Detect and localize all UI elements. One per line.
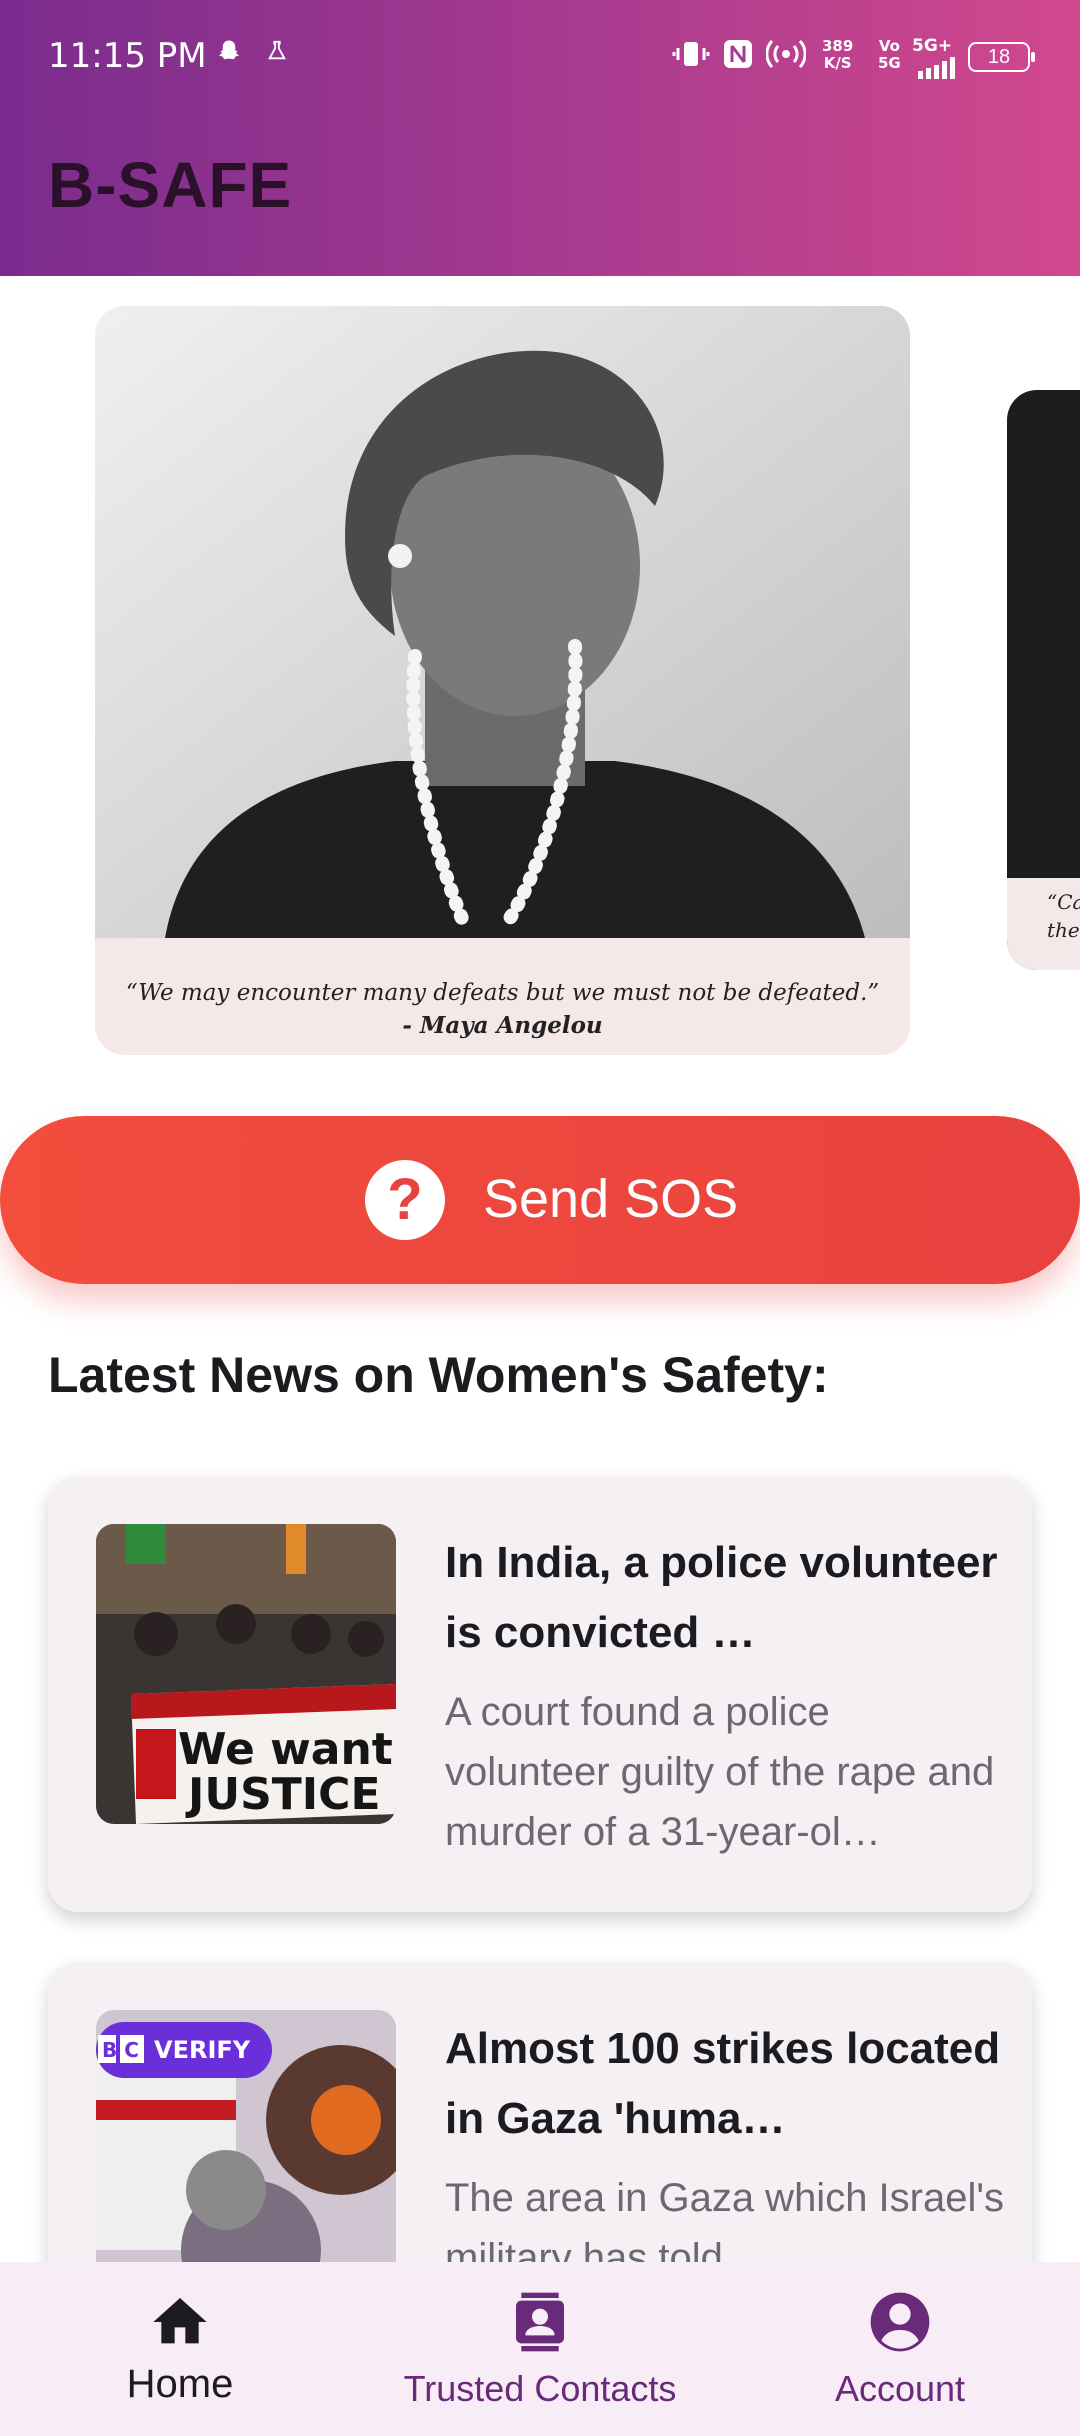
vibrate-icon bbox=[672, 38, 710, 77]
network-label: 5G+ bbox=[912, 36, 953, 56]
help-circle-icon: ? bbox=[365, 1160, 445, 1240]
net-speed-unit: K/S bbox=[823, 54, 852, 72]
news-card[interactable]: We want JUSTICE In India, a police volun… bbox=[48, 1476, 1032, 1912]
verify-badge-text: VERIFY bbox=[154, 2036, 251, 2064]
news-thumbnail: We want JUSTICE bbox=[96, 1524, 396, 1824]
signal-icon bbox=[918, 54, 962, 86]
news-description: A court found a police volunteer guilty … bbox=[445, 1690, 995, 1854]
news-title: In India, a police volunteer is convicte… bbox=[445, 1538, 998, 1657]
battery-indicator: 18 bbox=[968, 42, 1035, 72]
contacts-icon bbox=[508, 2290, 572, 2354]
quote-card-next[interactable]: “Ca the bbox=[1007, 390, 1080, 970]
bottom-navigation: Home Trusted Contacts Account bbox=[0, 2262, 1080, 2436]
nav-trusted-contacts-label: Trusted Contacts bbox=[403, 2368, 677, 2409]
flask-icon bbox=[266, 38, 288, 71]
quote-caption: “We may encounter many defeats but we mu… bbox=[95, 938, 910, 1055]
snapchat-icon bbox=[214, 38, 244, 75]
volte-sub: 5G bbox=[878, 54, 901, 72]
volte-label: Vo bbox=[878, 37, 900, 55]
quote-portrait-image bbox=[95, 306, 910, 938]
quote-text: “We may encounter many defeats but we mu… bbox=[125, 980, 880, 1006]
send-sos-button[interactable]: ? Send SOS bbox=[0, 1116, 1080, 1284]
protest-sign-line-1: We want bbox=[178, 1724, 393, 1775]
volte-indicator: Vo 5G bbox=[878, 38, 901, 72]
quote-card[interactable]: “We may encounter many defeats but we mu… bbox=[95, 306, 910, 1055]
nfc-icon bbox=[722, 38, 754, 77]
news-section-heading: Latest News on Women's Safety: bbox=[48, 1347, 829, 1403]
nav-home-label: Home bbox=[126, 2362, 234, 2406]
app-title: B-SAFE bbox=[48, 149, 293, 221]
account-circle-icon bbox=[868, 2290, 932, 2354]
news-title: Almost 100 strikes located in Gaza 'huma… bbox=[445, 2024, 1001, 2143]
status-time: 11:15 PM bbox=[48, 36, 207, 76]
hotspot-icon bbox=[765, 38, 807, 77]
network-type: 5G+ bbox=[912, 38, 952, 55]
nav-trusted-contacts[interactable]: Trusted Contacts bbox=[380, 2262, 700, 2436]
quote-caption-next: “Ca the bbox=[1007, 878, 1080, 970]
net-speed-value: 389 bbox=[822, 37, 854, 55]
status-bar: 11:15 PM 389 K/S Vo 5G 5G+ 18 bbox=[0, 30, 1080, 86]
protest-sign-line-2: JUSTICE bbox=[185, 1769, 381, 1820]
verify-badge-logo: B C bbox=[102, 2038, 139, 2062]
quote-author: - Maya Angelou bbox=[402, 1012, 603, 1039]
net-speed: 389 K/S bbox=[822, 38, 853, 72]
quote-text-next-1: “Ca bbox=[1047, 890, 1080, 914]
nav-account-label: Account bbox=[834, 2368, 966, 2409]
quote-text-next-2: the bbox=[1047, 918, 1080, 942]
send-sos-label: Send SOS bbox=[483, 1169, 739, 1229]
nav-account[interactable]: Account bbox=[780, 2262, 1020, 2436]
nav-home[interactable]: Home bbox=[60, 2262, 300, 2436]
home-icon bbox=[148, 2290, 212, 2354]
app-header: 11:15 PM 389 K/S Vo 5G 5G+ 18 B-SAFE bbox=[0, 0, 1080, 276]
